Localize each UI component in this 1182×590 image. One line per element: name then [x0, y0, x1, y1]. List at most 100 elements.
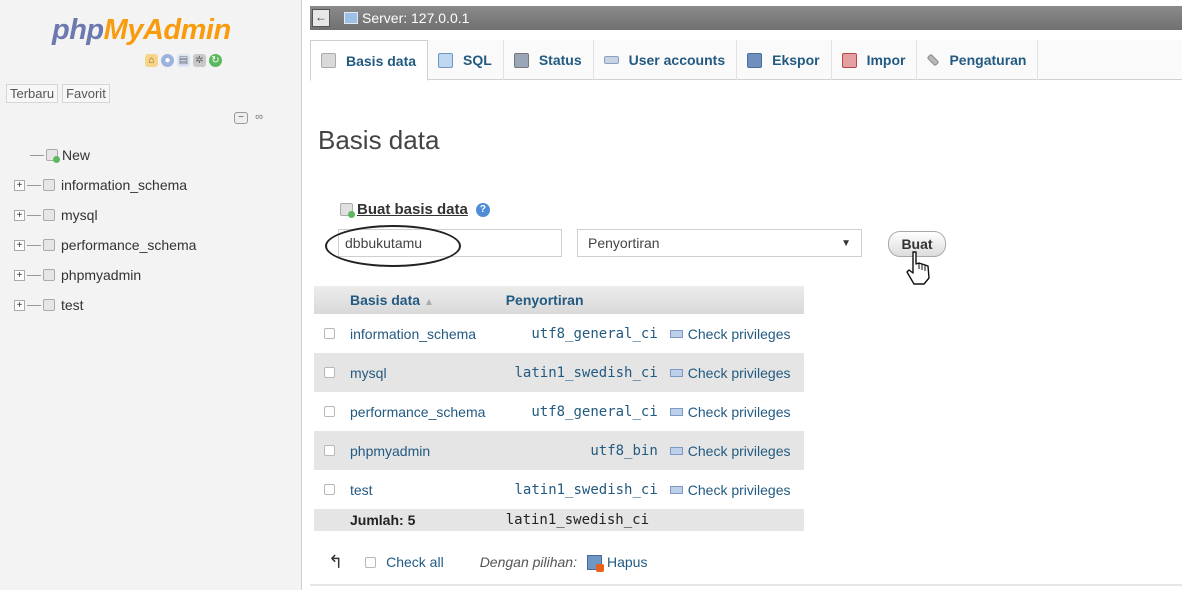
database-name-link[interactable]: test	[344, 470, 500, 509]
check-all-checkbox[interactable]	[365, 556, 377, 568]
tab-sql[interactable]: SQL	[428, 40, 504, 80]
tree-line	[27, 184, 41, 186]
check-privileges-link[interactable]: Check privileges	[669, 482, 791, 498]
tree-item-test[interactable]: + test	[14, 290, 196, 320]
expand-icon[interactable]: +	[14, 239, 25, 251]
privileges-icon	[669, 369, 683, 377]
header-database[interactable]: Basis data ▲	[344, 286, 500, 314]
total-count: Jumlah: 5	[344, 509, 500, 531]
tree-line	[27, 244, 41, 246]
row-checkbox[interactable]	[323, 366, 335, 378]
privileges-icon	[669, 408, 683, 416]
tree-item-mysql[interactable]: + mysql	[14, 200, 196, 230]
tab-user-accounts[interactable]: User accounts	[594, 40, 738, 80]
home-icon[interactable]: ⌂	[145, 54, 158, 67]
header-checkbox-col	[314, 286, 344, 314]
drop-selected-button[interactable]: Hapus	[586, 554, 647, 572]
logo-php: php	[52, 14, 104, 46]
row-checkbox[interactable]	[323, 405, 335, 417]
settings-gear-icon[interactable]: ✲	[193, 54, 206, 67]
header-collation[interactable]: Penyortiran	[499, 286, 664, 314]
expand-icon[interactable]: +	[14, 299, 25, 311]
database-name-input[interactable]	[338, 229, 562, 257]
check-all-control[interactable]: Check all	[365, 554, 444, 570]
tree-item-label: information_schema	[61, 177, 188, 193]
check-privileges-link[interactable]: Check privileges	[669, 365, 791, 381]
tab-label: Ekspor	[772, 52, 820, 68]
page-title: Basis data	[318, 125, 440, 155]
database-name-link[interactable]: performance_schema	[344, 392, 500, 431]
database-name-link[interactable]: information_schema	[344, 314, 500, 353]
database-collation: latin1_swedish_ci	[499, 353, 664, 392]
table-total-row: Jumlah: 5 latin1_swedish_ci	[314, 509, 804, 531]
row-checkbox[interactable]	[323, 444, 335, 456]
check-privileges-label: Check privileges	[687, 443, 791, 459]
tree-controls: − ∞	[234, 112, 266, 124]
new-database-icon	[46, 149, 60, 163]
tab-recent[interactable]: Terbaru	[6, 84, 59, 103]
logo-myadmin: MyAdmin	[103, 14, 232, 46]
bulk-actions-bar: ↰ Check all Dengan pilihan: Hapus	[328, 553, 647, 572]
tab-settings[interactable]: Pengaturan	[917, 40, 1039, 80]
check-privileges-label: Check privileges	[687, 482, 791, 498]
tab-import[interactable]: Impor	[832, 40, 918, 80]
database-icon	[321, 53, 336, 68]
databases-table: Basis data ▲ Penyortiran information_sch…	[314, 286, 804, 531]
new-database-icon	[340, 203, 355, 218]
expand-icon[interactable]: +	[14, 269, 25, 281]
tree-item-information-schema[interactable]: + information_schema	[14, 170, 196, 200]
expand-icon[interactable]: +	[14, 209, 25, 221]
tab-label: Status	[538, 52, 582, 68]
database-icon	[43, 179, 55, 191]
settings-icon	[927, 53, 940, 67]
header-action	[663, 286, 804, 314]
tab-label: Pengaturan	[949, 52, 1027, 68]
table-row: information_schema utf8_general_ci Check…	[314, 314, 804, 353]
tab-label: Basis data	[346, 52, 417, 69]
tab-export[interactable]: Ekspor	[737, 40, 832, 80]
server-breadcrumb-bar: ← Server: 127.0.0.1	[310, 6, 1182, 30]
link-with-main-icon[interactable]: ∞	[252, 112, 266, 124]
database-name-link[interactable]: mysql	[344, 353, 500, 392]
collation-select[interactable]: Penyortiran ▼	[577, 229, 862, 257]
tree-item-label: New	[62, 147, 91, 163]
tab-status[interactable]: Status	[504, 40, 594, 80]
tab-databases[interactable]: Basis data	[310, 40, 429, 81]
check-privileges-link[interactable]: Check privileges	[669, 443, 791, 459]
database-collation: utf8_general_ci	[499, 392, 664, 431]
divider	[310, 584, 1182, 586]
check-privileges-link[interactable]: Check privileges	[669, 404, 791, 420]
privileges-icon	[669, 447, 683, 455]
help-icon[interactable]: ?	[475, 202, 490, 217]
database-collation: utf8_bin	[499, 431, 664, 470]
tree-item-phpmyadmin[interactable]: + phpmyadmin	[14, 260, 196, 290]
collapse-all-icon[interactable]: −	[234, 112, 248, 124]
database-icon	[43, 209, 55, 221]
tab-label: Impor	[866, 52, 906, 68]
tab-favorite[interactable]: Favorit	[62, 84, 110, 103]
tree-item-label: phpmyadmin	[61, 267, 142, 283]
row-checkbox[interactable]	[323, 483, 335, 495]
collapse-navigation-button[interactable]: ←	[312, 9, 330, 27]
tree-line	[30, 154, 44, 156]
tree-line	[27, 304, 41, 306]
tree-item-performance-schema[interactable]: + performance_schema	[14, 230, 196, 260]
database-name-link[interactable]: phpmyadmin	[344, 431, 500, 470]
reload-icon[interactable]: ↻	[209, 54, 222, 67]
delete-icon	[586, 554, 604, 572]
expand-icon[interactable]: +	[14, 179, 25, 191]
phpmyadmin-logo[interactable]: phpMyAdmin	[52, 14, 231, 47]
collation-selected-value: Penyortiran	[588, 235, 660, 251]
with-selected-label: Dengan pilihan:	[479, 554, 577, 570]
check-privileges-link[interactable]: Check privileges	[669, 326, 791, 342]
database-collation: utf8_general_ci	[499, 314, 664, 353]
logout-icon[interactable]: ●	[161, 54, 174, 67]
database-icon	[43, 299, 55, 311]
documentation-icon[interactable]: ▤	[177, 54, 190, 67]
tree-item-new[interactable]: New	[14, 140, 196, 170]
table-row: performance_schema utf8_general_ci Check…	[314, 392, 804, 431]
row-checkbox[interactable]	[323, 327, 335, 339]
server-breadcrumb[interactable]: Server: 127.0.0.1	[362, 10, 469, 26]
table-row: mysql latin1_swedish_ci Check privileges	[314, 353, 804, 392]
create-database-button[interactable]: Buat	[888, 231, 946, 257]
